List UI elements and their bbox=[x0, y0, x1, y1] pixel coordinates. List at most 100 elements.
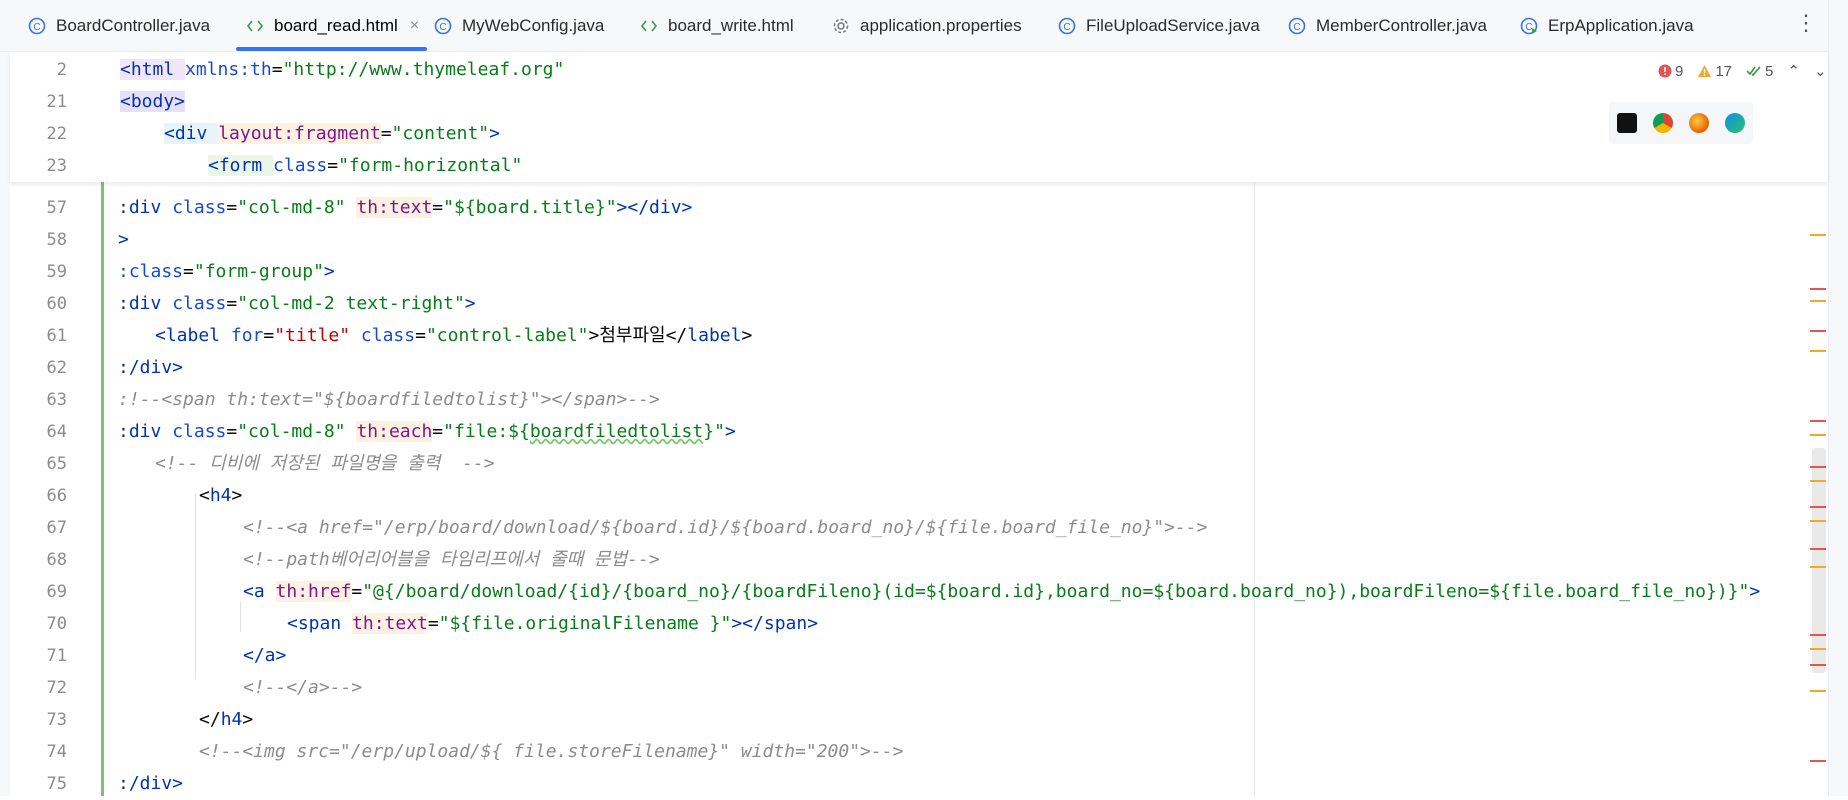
more-tabs-icon[interactable]: ⋮ bbox=[1795, 10, 1817, 36]
code-token: > bbox=[323, 261, 335, 282]
code-token: = bbox=[415, 325, 426, 346]
code-token: > bbox=[741, 325, 753, 346]
warning-count[interactable]: 17 bbox=[1697, 63, 1732, 80]
tab-application-properties[interactable]: application.properties bbox=[830, 0, 1022, 52]
code-token: <form bbox=[208, 155, 274, 176]
code-token: xmlns:th bbox=[185, 59, 272, 80]
sticky-line[interactable]: 21 <body> bbox=[0, 86, 1800, 118]
tab-boardcontroller[interactable]: C BoardController.java bbox=[26, 0, 210, 52]
svg-text:C: C bbox=[439, 22, 446, 33]
code-line: 72 <!--</a>--> bbox=[0, 672, 1800, 704]
error-icon bbox=[1658, 64, 1672, 78]
warning-marker[interactable] bbox=[1810, 300, 1826, 302]
error-count[interactable]: 9 bbox=[1658, 63, 1683, 80]
code-token: th:href bbox=[275, 581, 352, 602]
html-file-icon bbox=[244, 15, 266, 37]
error-marker[interactable] bbox=[1810, 760, 1826, 762]
edge-icon[interactable] bbox=[1725, 113, 1745, 133]
error-marker[interactable] bbox=[1810, 288, 1826, 290]
error-marker[interactable] bbox=[1810, 548, 1826, 550]
code-token: 17 bbox=[1715, 62, 1733, 80]
code-line: 74 <!--<img src="/erp/upload/${ file.sto… bbox=[0, 736, 1800, 768]
code-token: boardfiledtolist bbox=[529, 421, 704, 442]
warning-marker[interactable] bbox=[1810, 520, 1826, 522]
line-number: 62 bbox=[46, 358, 67, 378]
warning-marker[interactable] bbox=[1810, 566, 1826, 568]
chevron-down-icon[interactable]: ⌄ bbox=[1814, 62, 1827, 80]
code-token: :/div> bbox=[118, 357, 184, 378]
editor-tab-bar: C BoardController.java board_read.html ×… bbox=[0, 0, 1848, 52]
code-token: 9 bbox=[1675, 62, 1684, 80]
code-text: <body> bbox=[120, 86, 186, 118]
code-text: </a> bbox=[243, 640, 286, 672]
code-token: > bbox=[118, 229, 129, 250]
inspection-widget[interactable]: 9 17 5 ⌃ ⌄ bbox=[1658, 60, 1837, 82]
code-token: "col-md-8" bbox=[237, 197, 346, 218]
code-token: class bbox=[172, 421, 227, 442]
close-icon[interactable]: × bbox=[410, 17, 419, 35]
tab-board-read-html[interactable]: board_read.html × bbox=[236, 0, 428, 52]
tab-board-write-html[interactable]: board_write.html bbox=[638, 0, 794, 52]
code-token: > bbox=[724, 421, 736, 442]
code-token: h4 bbox=[209, 485, 232, 506]
code-token: layout:fragment bbox=[218, 123, 381, 144]
line-number: 23 bbox=[46, 156, 67, 176]
line-number: 61 bbox=[46, 326, 67, 346]
firefox-icon[interactable] bbox=[1689, 113, 1709, 133]
code-token: >첨부파일</ bbox=[588, 325, 688, 346]
tab-erpapplication[interactable]: C ErpApplication.java bbox=[1518, 0, 1694, 52]
warning-marker[interactable] bbox=[1810, 234, 1826, 236]
error-marker[interactable] bbox=[1810, 634, 1826, 636]
tab-fileuploadservice[interactable]: C FileUploadService.java bbox=[1056, 0, 1260, 52]
code-token: = bbox=[263, 325, 275, 346]
sticky-line[interactable]: 23 <form class="form-horizontal" bbox=[0, 150, 1800, 182]
code-token: = bbox=[226, 421, 238, 442]
weak-warning-count[interactable]: 5 bbox=[1746, 63, 1773, 80]
error-marker[interactable] bbox=[1810, 664, 1826, 666]
code-text: </h4> bbox=[199, 704, 253, 736]
code-token: "@{/board/download/{id}/{board_no}/{boar… bbox=[362, 581, 1750, 602]
code-token: "form-horizontal" bbox=[338, 155, 523, 176]
tab-label: ErpApplication.java bbox=[1548, 16, 1694, 35]
intellij-icon[interactable] bbox=[1617, 113, 1637, 133]
code-token: :/div> bbox=[118, 773, 184, 794]
code-text: :!--<span th:text="${boardfiledtolist}">… bbox=[118, 384, 660, 416]
sticky-lines-header[interactable]: 2 <html xmlns:th="http://www.thymeleaf.o… bbox=[10, 52, 1828, 182]
tab-mywebconfig[interactable]: C MyWebConfig.java bbox=[432, 0, 604, 52]
code-text: <!--<a href="/erp/board/download/${board… bbox=[243, 512, 1208, 544]
active-tab-indicator bbox=[236, 47, 428, 51]
warning-marker[interactable] bbox=[1810, 690, 1826, 692]
code-text: <!--path베어리어블을 타임리프에서 줄때 문법--> bbox=[243, 544, 660, 576]
code-line: 64 :div class="col-md-8" th:each="file:$… bbox=[0, 416, 1800, 448]
code-line: 67 <!--<a href="/erp/board/download/${bo… bbox=[0, 512, 1800, 544]
chrome-icon[interactable] bbox=[1653, 113, 1673, 133]
sticky-line[interactable]: 22 <div layout:fragment="content"> bbox=[0, 118, 1800, 150]
code-token: for bbox=[230, 325, 264, 346]
error-marker[interactable] bbox=[1810, 466, 1826, 468]
code-token: :div bbox=[118, 197, 173, 218]
code-text: <!--<img src="/erp/upload/${ file.storeF… bbox=[199, 736, 903, 768]
warning-marker[interactable] bbox=[1810, 648, 1826, 650]
sticky-line[interactable]: 2 <html xmlns:th="http://www.thymeleaf.o… bbox=[0, 54, 1800, 86]
code-token: :div bbox=[118, 421, 173, 442]
code-token: :class bbox=[118, 261, 184, 282]
code-token: <label bbox=[155, 325, 231, 346]
error-marker[interactable] bbox=[1810, 330, 1826, 332]
code-token: = bbox=[427, 613, 439, 634]
warning-marker[interactable] bbox=[1810, 480, 1826, 482]
svg-text:C: C bbox=[33, 22, 40, 33]
code-token: "${board.title}" bbox=[443, 197, 617, 218]
line-number: 22 bbox=[46, 124, 67, 144]
warning-marker[interactable] bbox=[1810, 350, 1826, 352]
code-token: > bbox=[489, 123, 500, 144]
warning-marker[interactable] bbox=[1810, 434, 1826, 436]
chevron-up-icon[interactable]: ⌃ bbox=[1787, 62, 1800, 80]
line-number: 71 bbox=[46, 646, 67, 666]
tab-membercontroller[interactable]: C MemberController.java bbox=[1286, 0, 1487, 52]
error-marker[interactable] bbox=[1810, 420, 1826, 422]
code-token: :!--<span th:text="${boardfiledtolist}">… bbox=[118, 389, 660, 410]
error-marker[interactable] bbox=[1810, 506, 1826, 508]
line-number: 68 bbox=[46, 550, 67, 570]
svg-text:C: C bbox=[1525, 22, 1532, 33]
